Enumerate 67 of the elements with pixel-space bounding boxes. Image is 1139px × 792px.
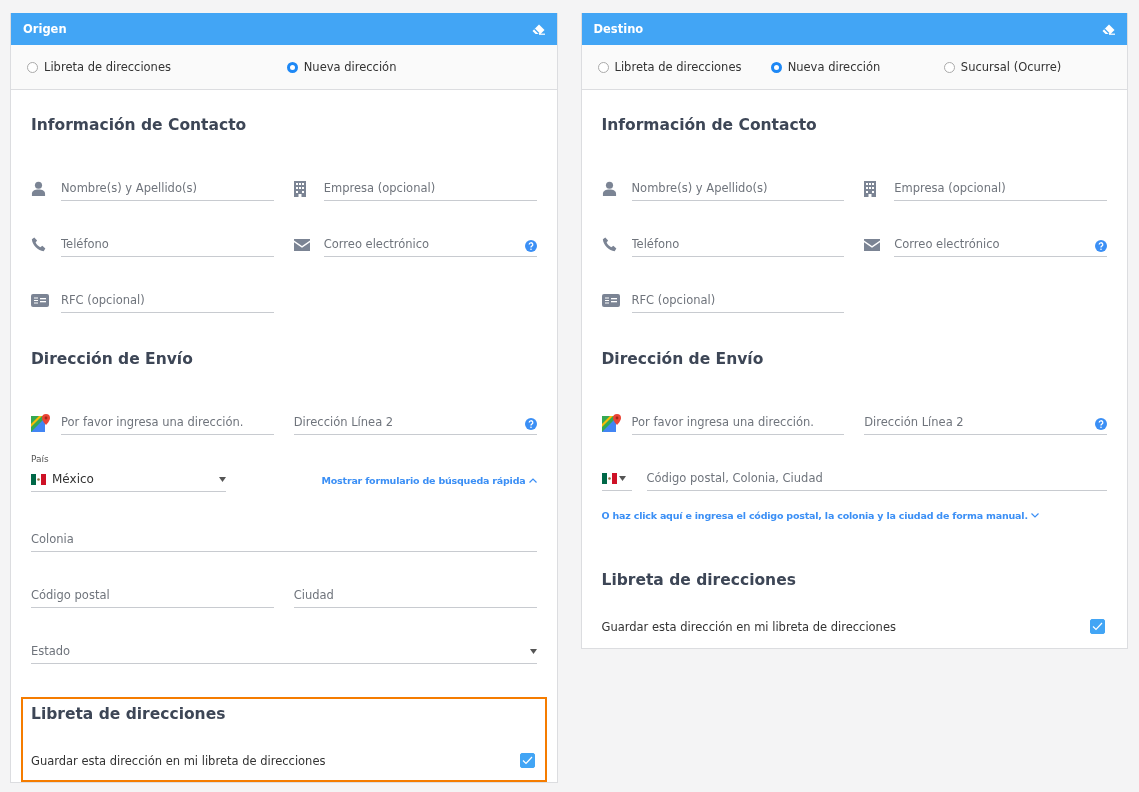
- text-field[interactable]: Empresa (opcional): [894, 181, 1107, 195]
- text-field[interactable]: RFC (opcional): [631, 293, 845, 307]
- help-icon[interactable]: [1095, 418, 1107, 430]
- text-field[interactable]: Nombre(s) y Apellido(s): [61, 181, 274, 195]
- radio-option[interactable]: Nueva dirección: [286, 60, 547, 74]
- text-field[interactable]: Por favor ingresa una dirección.: [61, 415, 274, 429]
- help-icon[interactable]: [1095, 240, 1107, 252]
- text-field[interactable]: Colonia: [31, 532, 537, 546]
- text-field[interactable]: Código postal: [31, 588, 274, 602]
- checkbox-label: Guardar esta dirección en mi libreta de direcciones: [31, 753, 326, 768]
- text-field[interactable]: Teléfono: [631, 237, 845, 251]
- map-icon: [601, 413, 622, 432]
- person-icon: [31, 181, 46, 196]
- building-icon: [864, 180, 877, 197]
- field-label: País: [31, 454, 50, 464]
- section-heading: Dirección de Envío: [31, 349, 194, 370]
- checkbox[interactable]: [1090, 619, 1105, 634]
- radio-button[interactable]: [943, 61, 955, 73]
- panel-title: Destino: [593, 22, 644, 36]
- text-field[interactable]: RFC (opcional): [61, 293, 274, 307]
- radio-option[interactable]: Nueva dirección: [770, 60, 944, 74]
- radio-button[interactable]: [770, 61, 782, 73]
- radio-option[interactable]: Libreta de direcciones: [597, 60, 771, 74]
- chevron-down-icon: [1030, 513, 1039, 518]
- radio-option[interactable]: Sucursal (Ocurre): [943, 60, 1117, 74]
- text-field[interactable]: Por favor ingresa una dirección.: [631, 415, 845, 429]
- text-field[interactable]: Dirección Línea 2: [864, 415, 1091, 429]
- person-icon: [601, 181, 617, 196]
- radio-button[interactable]: [27, 61, 38, 73]
- section-heading: Libreta de direcciones: [601, 570, 797, 591]
- section-heading: Información de Contacto: [601, 115, 818, 136]
- section-heading: Información de Contacto: [31, 115, 248, 136]
- checkbox-label: Guardar esta dirección en mi libreta de direcciones: [601, 619, 896, 634]
- text-field[interactable]: Correo electrónico: [323, 237, 521, 251]
- caret-icon: [219, 476, 226, 482]
- envelope-icon: [293, 238, 310, 251]
- envelope-icon: [864, 238, 881, 251]
- phone-icon: [31, 237, 46, 252]
- text-field[interactable]: Teléfono: [61, 237, 274, 251]
- mexico-flag-icon: [601, 472, 617, 484]
- eraser-icon[interactable]: [1102, 23, 1115, 35]
- building-icon: [293, 180, 306, 197]
- eraser-icon[interactable]: [531, 23, 545, 35]
- mexico-flag-icon: [31, 473, 46, 485]
- text-field[interactable]: Dirección Línea 2: [293, 415, 521, 429]
- phone-icon: [601, 237, 617, 252]
- text-field[interactable]: Empresa (opcional): [323, 181, 537, 195]
- dropdown-field[interactable]: Estado: [31, 644, 526, 658]
- chevron-up-icon: [528, 478, 537, 483]
- radio-button[interactable]: [597, 61, 609, 73]
- text-field[interactable]: Ciudad: [293, 588, 537, 602]
- country-dropdown[interactable]: México: [31, 467, 226, 492]
- radio-button[interactable]: [286, 61, 298, 73]
- section-heading: Dirección de Envío: [601, 349, 765, 370]
- map-icon: [31, 413, 51, 432]
- help-icon[interactable]: [524, 418, 537, 430]
- section-heading: Libreta de direcciones: [31, 704, 227, 725]
- checkbox[interactable]: [519, 753, 535, 768]
- text-field[interactable]: Código postal, Colonia, Ciudad: [646, 471, 1107, 485]
- id-card-icon: [31, 294, 49, 307]
- id-card-icon: [601, 294, 620, 307]
- caret-icon: [618, 475, 626, 481]
- text-field[interactable]: Correo electrónico: [894, 237, 1091, 251]
- help-icon[interactable]: [524, 240, 537, 252]
- text-field[interactable]: Nombre(s) y Apellido(s): [631, 181, 845, 195]
- radio-option[interactable]: Libreta de direcciones: [27, 60, 287, 74]
- panel-title: Origen: [23, 22, 67, 36]
